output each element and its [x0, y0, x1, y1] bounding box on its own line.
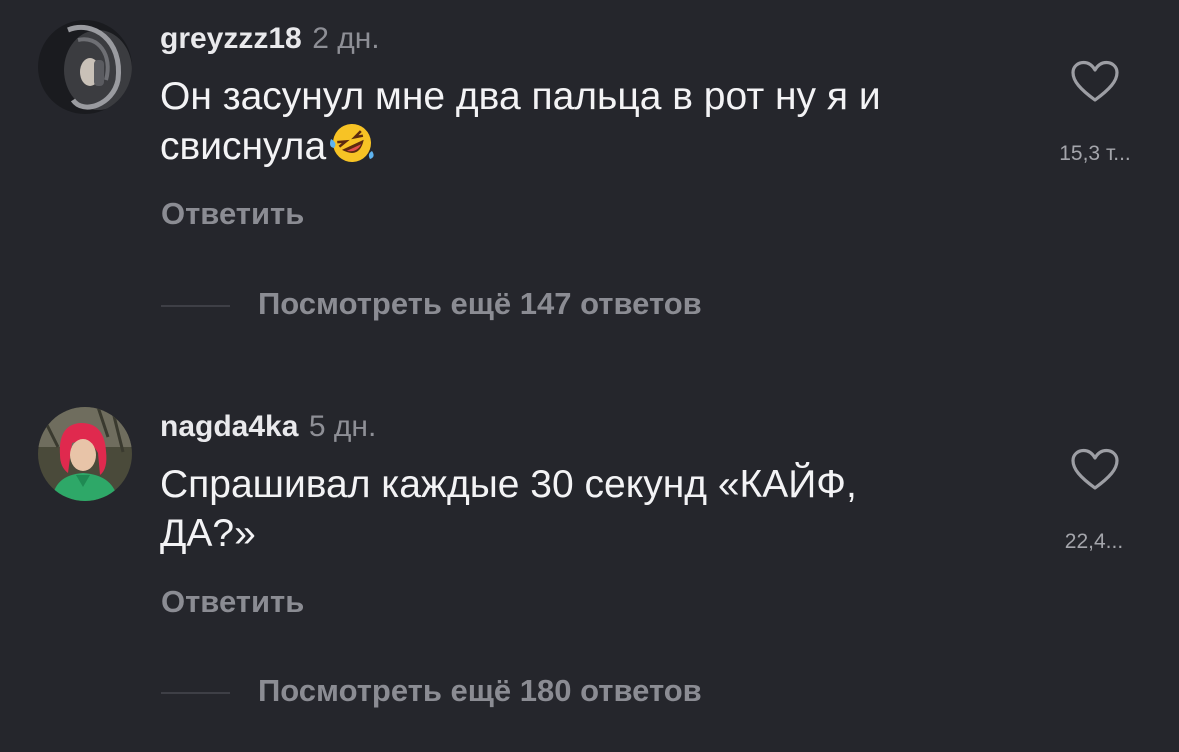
view-more-replies-button[interactable]: Посмотреть ещё 180 ответов [258, 673, 702, 709]
like-count: 22,4... [1064, 530, 1124, 553]
like-button[interactable] [1070, 60, 1120, 104]
like-button[interactable] [1070, 448, 1120, 492]
heart-icon [1071, 60, 1119, 102]
reply-button[interactable]: Ответить [161, 584, 304, 620]
reply-button[interactable]: Ответить [161, 196, 304, 232]
comment-text: Он засунул мне два пальца в рот ну я и с… [160, 72, 1010, 177]
comment-text-line: Он засунул мне два пальца в рот ну я и [160, 75, 881, 118]
timestamp: 2 дн. [312, 22, 380, 55]
divider [161, 305, 230, 307]
divider [161, 692, 230, 694]
comment-text-line: ДА?» [160, 512, 256, 555]
username[interactable]: greyzzz18 [160, 22, 302, 55]
heart-icon [1071, 448, 1119, 490]
like-count: 15,3 т... [1059, 142, 1131, 165]
avatar[interactable] [38, 407, 132, 501]
avatar[interactable] [38, 20, 132, 114]
username[interactable]: nagda4ka [160, 410, 298, 443]
comment-header: nagda4ka 5 дн. [160, 410, 376, 444]
comment-text-line: свиснула [160, 125, 327, 168]
comment-text: Спрашивал каждые 30 секунд «КАЙФ, ДА?» [160, 460, 1010, 558]
view-more-replies-button[interactable]: Посмотреть ещё 147 ответов [258, 286, 702, 322]
timestamp: 5 дн. [308, 410, 377, 443]
rolling-laughing-emoji-icon [328, 121, 376, 177]
comment-header: greyzzz18 2 дн. [160, 22, 380, 56]
comment-text-line: Спрашивал каждые 30 секунд «КАЙФ, [160, 463, 857, 506]
